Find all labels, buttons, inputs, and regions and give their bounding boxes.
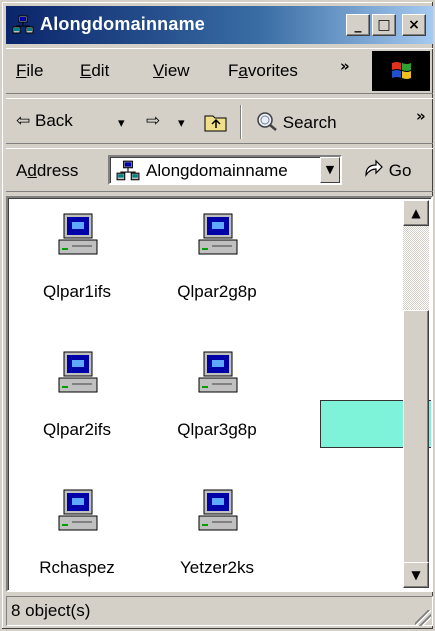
resize-grip-icon[interactable] <box>415 610 431 626</box>
go-label: Go <box>388 161 412 180</box>
list-item[interactable]: Qlpar2ifs <box>22 350 132 450</box>
minimize-icon: _ <box>354 17 362 33</box>
computer-icon <box>58 213 98 255</box>
menu-view[interactable]: View <box>153 61 190 81</box>
list-item[interactable]: Qlpar3g8p <box>162 350 272 450</box>
status-bar: 8 object(s) <box>6 596 433 628</box>
menu-overflow-chevron-icon[interactable]: » <box>340 57 350 75</box>
scroll-down-arrow-icon: ▼ <box>411 568 421 582</box>
status-pane: 8 object(s) <box>6 596 433 626</box>
list-item-label: Qlpar2g8p <box>177 282 257 301</box>
menu-favorites[interactable]: Favorites <box>228 61 298 81</box>
list-item[interactable]: Rchaspez <box>22 488 132 588</box>
toolbar-overflow-chevron-icon[interactable]: » <box>416 107 426 125</box>
explorer-window: Alongdomainname _ □ × File Edit View Fav… <box>0 0 435 631</box>
list-item[interactable]: Qlpar1ifs <box>22 212 132 312</box>
address-value: Alongdomainname <box>146 161 288 180</box>
list-item-label: Qlpar2ifs <box>42 420 112 439</box>
chevron-down-icon: ▼ <box>325 163 335 176</box>
network-domain-icon <box>12 15 34 34</box>
forward-arrow-icon: ⇨ <box>146 111 161 130</box>
computer-icon <box>198 351 238 393</box>
scroll-up-arrow-icon: ▲ <box>411 206 421 220</box>
minimize-button[interactable]: _ <box>346 14 370 36</box>
computer-icon <box>58 351 98 393</box>
address-dropdown-button[interactable]: ▼ <box>320 157 340 183</box>
list-item-label: Rchaspez <box>39 558 115 577</box>
menu-bar: File Edit View Favorites » <box>6 48 433 94</box>
forward-button[interactable]: ⇨ <box>146 111 160 131</box>
list-item-label: Qlpar1ifs <box>42 282 112 301</box>
back-dropdown-icon[interactable]: ▾ <box>118 115 125 131</box>
address-bar: Address Alongdomainname ▼ Go <box>6 148 433 192</box>
forward-dropdown-icon[interactable]: ▾ <box>178 115 185 131</box>
back-arrow-icon: ⇦ <box>16 111 31 130</box>
computer-icon <box>58 489 98 531</box>
list-item-label: Yetzer2ks <box>179 558 255 577</box>
computer-icon <box>198 213 238 255</box>
network-domain-icon <box>116 160 140 181</box>
scroll-up-button[interactable]: ▲ <box>403 200 429 226</box>
search-icon <box>257 112 277 131</box>
windows-logo-icon <box>372 51 430 91</box>
windows-flag-icon <box>392 62 411 79</box>
title-bar[interactable]: Alongdomainname _ □ × <box>6 6 433 44</box>
back-button[interactable]: ⇦ Back <box>16 111 73 131</box>
close-button[interactable]: × <box>402 14 426 36</box>
list-item[interactable]: Yetzer2ks <box>162 488 272 588</box>
address-label: Address <box>16 161 79 180</box>
search-label: Search <box>282 113 337 132</box>
menu-edit[interactable]: Edit <box>80 61 109 81</box>
maximize-icon: □ <box>377 17 391 33</box>
search-button[interactable]: Search <box>256 111 337 133</box>
computer-icon <box>198 489 238 531</box>
status-text: 8 object(s) <box>11 601 91 620</box>
vertical-scrollbar[interactable]: ▲ ▼ <box>403 200 429 588</box>
list-item-label: Qlpar3g8p <box>177 420 257 439</box>
standard-toolbar: ⇦ Back ▾ ⇨ ▾ Search » <box>6 98 433 144</box>
scroll-thumb[interactable] <box>403 310 429 564</box>
maximize-button[interactable]: □ <box>372 14 396 36</box>
list-item[interactable]: Qlpar2g8p <box>162 212 272 312</box>
address-input[interactable]: Alongdomainname ▼ <box>108 155 342 185</box>
window-title: Alongdomainname <box>40 14 206 34</box>
file-list-pane[interactable]: Qlpar1ifs Qlpar2g8p Qlpar2ifs Qlpar3g8p … <box>6 196 433 592</box>
toolbar-separator <box>240 105 242 139</box>
go-arrow-icon <box>365 159 383 177</box>
go-button[interactable]: Go <box>362 159 411 181</box>
back-label: Back <box>34 111 73 130</box>
up-folder-icon[interactable] <box>204 112 228 132</box>
scroll-down-button[interactable]: ▼ <box>403 562 429 588</box>
menu-file[interactable]: File <box>16 61 43 81</box>
close-icon: × <box>408 17 420 33</box>
